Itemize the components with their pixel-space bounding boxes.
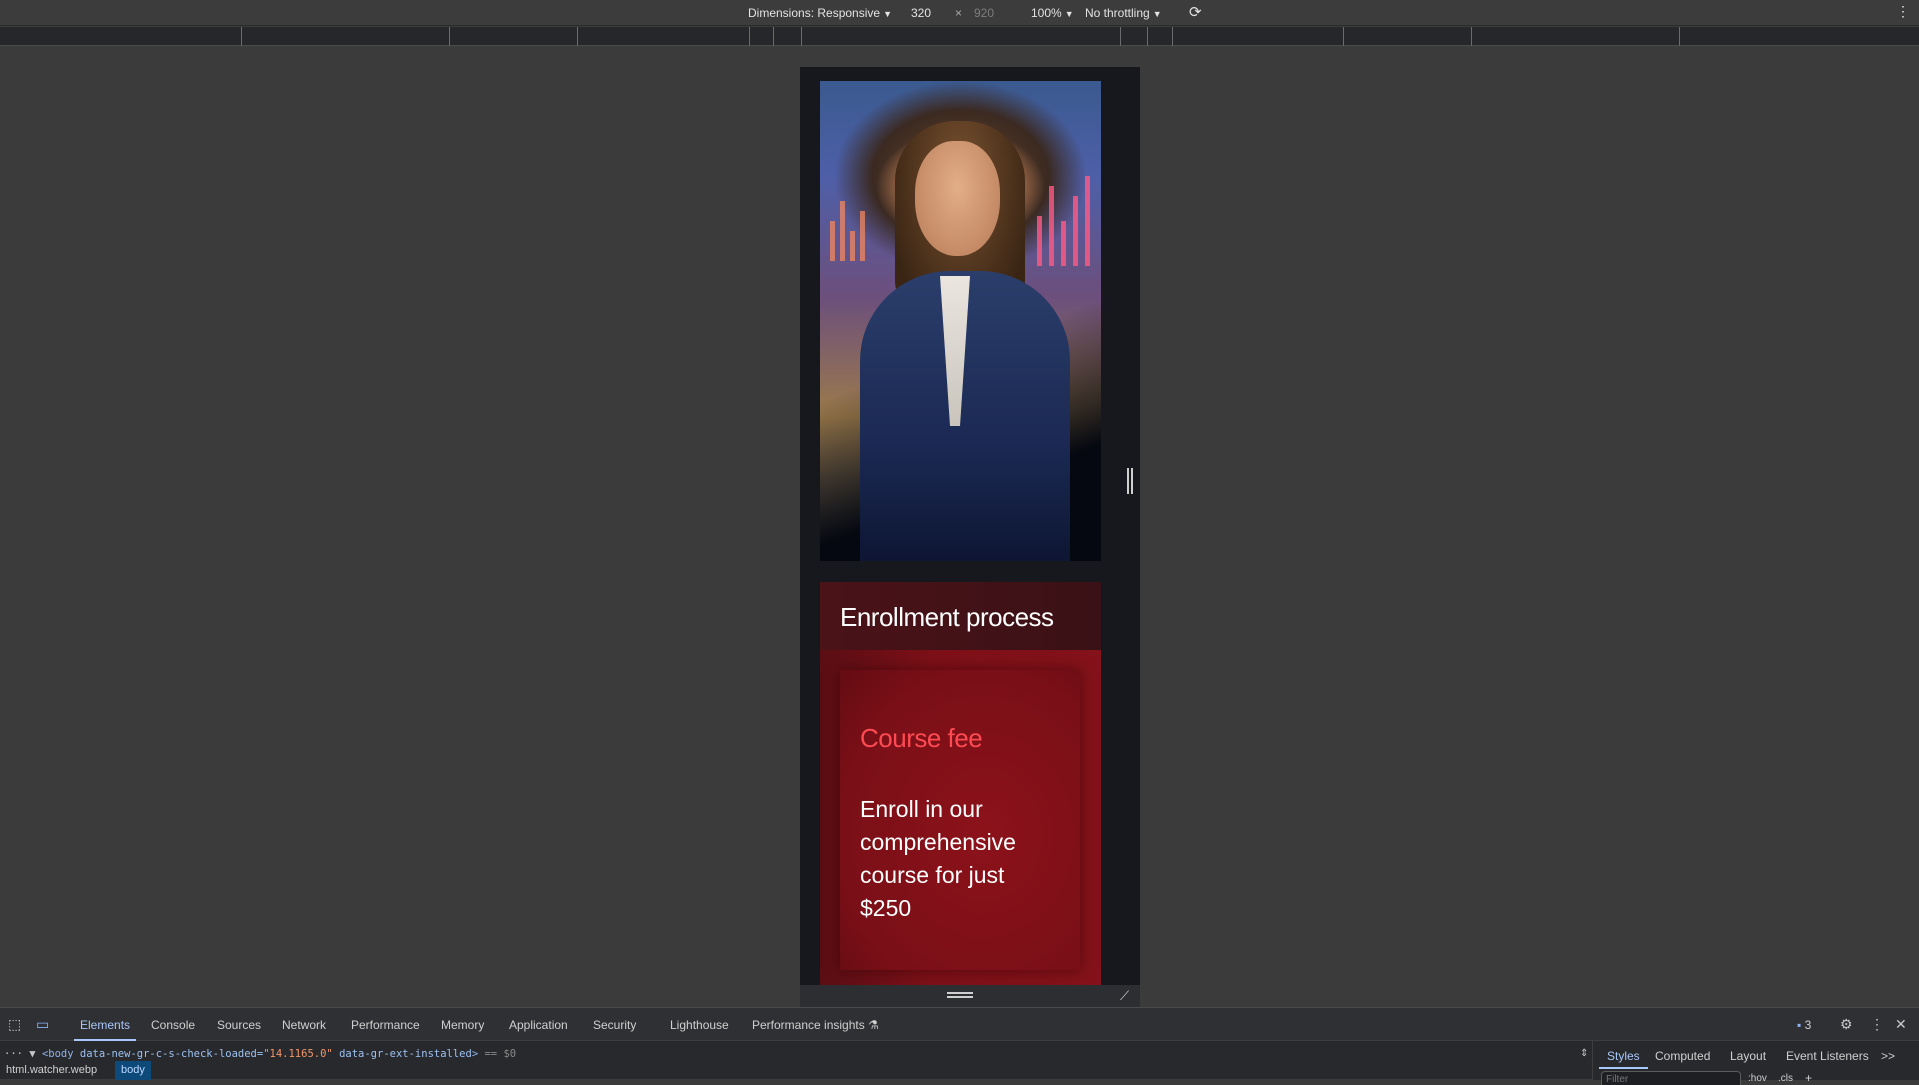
caret-down-icon: ▼: [1064, 9, 1074, 19]
tab-security[interactable]: Security: [593, 1018, 636, 1032]
chart-decoration: [1035, 176, 1095, 266]
styles-filter-input[interactable]: Filter: [1601, 1071, 1741, 1085]
more-vertical-icon[interactable]: ⋮: [1896, 3, 1910, 20]
styles-pane: Styles Computed Layout Event Listeners >…: [1592, 1041, 1919, 1085]
close-icon[interactable]: ✕: [1895, 1016, 1907, 1033]
throttling-dropdown[interactable]: No throttling ▼: [1085, 6, 1162, 20]
card-title: Course fee: [860, 723, 983, 753]
dom-tag: <body: [41, 1048, 74, 1060]
device-viewport: Enrollment process Course fee Enroll in …: [0, 47, 1919, 1007]
tab-elements[interactable]: Elements: [73, 1018, 137, 1041]
tab-label: Performance insights: [752, 1018, 865, 1032]
add-rule-button[interactable]: +: [1805, 1071, 1812, 1085]
tab-performance[interactable]: Performance: [351, 1018, 420, 1032]
tab-network[interactable]: Network: [282, 1018, 326, 1032]
devtools-tabbar: ⬚ ▭ Elements Console Sources Network Per…: [0, 1008, 1919, 1041]
tab-console[interactable]: Console: [151, 1018, 195, 1032]
throttling-label: No throttling: [1085, 6, 1150, 20]
dom-attr-value: "14.1165.0": [263, 1048, 333, 1060]
course-fee-card: Course fee Enroll in our comprehensive c…: [840, 670, 1080, 970]
width-input[interactable]: 320: [911, 6, 931, 20]
emulated-page: Enrollment process Course fee Enroll in …: [800, 67, 1140, 985]
height-input[interactable]: 920: [974, 6, 994, 20]
tab-layout[interactable]: Layout: [1730, 1049, 1766, 1063]
ruler-tick: [749, 27, 750, 46]
hero-image: [820, 81, 1101, 561]
tab-sources[interactable]: Sources: [217, 1018, 261, 1032]
tab-memory[interactable]: Memory: [441, 1018, 484, 1032]
inspect-element-icon[interactable]: ⬚: [8, 1016, 21, 1033]
ruler-tick: [241, 27, 242, 46]
dimensions-label: Dimensions: Responsive: [748, 6, 881, 20]
resize-corner-icon[interactable]: ⟋: [1120, 989, 1134, 1003]
dimensions-dropdown[interactable]: Dimensions: Responsive ▼: [748, 6, 892, 20]
ruler-tick: [1172, 27, 1173, 46]
more-tabs-icon[interactable]: >>: [1881, 1049, 1895, 1063]
ruler-tick: [773, 27, 774, 46]
times-separator: ×: [955, 6, 963, 20]
breadcrumb-item[interactable]: html.watcher.webp: [0, 1061, 103, 1080]
dom-attr-name: data-new-gr-c-s-check-loaded=: [73, 1048, 264, 1060]
section-title: Enrollment process: [840, 602, 1054, 632]
expand-arrow[interactable]: ··· ▼: [4, 1048, 36, 1060]
tab-event-listeners[interactable]: Event Listeners: [1786, 1049, 1869, 1063]
ruler-tick: [449, 27, 450, 46]
chart-decoration: [828, 191, 888, 261]
resize-height-handle[interactable]: [947, 992, 973, 998]
card-text: Enroll in our comprehensive course for j…: [860, 796, 1016, 921]
split-toggle-icon[interactable]: ⇕: [1580, 1048, 1588, 1059]
dom-ref: == $0: [478, 1048, 517, 1060]
ruler-tick: [1343, 27, 1344, 46]
media-query-ruler[interactable]: [0, 27, 1919, 46]
tab-performance-insights[interactable]: Performance insights ⚗: [752, 1018, 879, 1032]
zoom-dropdown[interactable]: 100% ▼: [1031, 6, 1074, 20]
zoom-label: 100%: [1031, 6, 1062, 20]
tab-application[interactable]: Application: [509, 1018, 568, 1032]
tab-styles[interactable]: Styles: [1599, 1049, 1648, 1069]
ruler-tick: [577, 27, 578, 46]
flask-icon: ⚗: [868, 1018, 879, 1032]
ruler-tick: [801, 27, 802, 46]
tab-computed[interactable]: Computed: [1655, 1049, 1710, 1063]
ruler-tick: [1679, 27, 1680, 46]
tab-lighthouse[interactable]: Lighthouse: [670, 1018, 729, 1032]
resize-width-handle[interactable]: [1127, 468, 1133, 494]
gear-icon[interactable]: ⚙: [1840, 1016, 1853, 1033]
face-shape: [915, 141, 1000, 256]
ruler-tick: [1120, 27, 1121, 46]
device-toggle-icon[interactable]: ▭: [36, 1016, 49, 1033]
device-bottom-bar: ⟋: [800, 985, 1140, 1007]
issues-count: 3: [1804, 1018, 1812, 1032]
devtools-panel: ⬚ ▭ Elements Console Sources Network Per…: [0, 1007, 1919, 1085]
caret-down-icon: ▼: [1152, 9, 1162, 19]
ruler-tick: [1147, 27, 1148, 46]
dom-tree-selected-node[interactable]: ··· ▼ <body data-new-gr-c-s-check-loaded…: [4, 1048, 516, 1060]
breadcrumb-item[interactable]: body: [115, 1061, 151, 1080]
caret-down-icon: ▼: [883, 9, 892, 19]
rotate-icon[interactable]: ⟳: [1189, 3, 1202, 21]
issues-badge[interactable]: ▪ 3: [1797, 1018, 1811, 1032]
enrollment-body: Course fee Enroll in our comprehensive c…: [820, 650, 1101, 985]
more-vertical-icon[interactable]: ⋮: [1870, 1016, 1884, 1033]
device-toolbar: Dimensions: Responsive ▼ 320 × 920 100% ▼ …: [0, 0, 1919, 26]
dom-attr-name: data-gr-ext-installed: [332, 1048, 472, 1060]
enrollment-header: Enrollment process: [820, 582, 1101, 650]
ruler-tick: [1471, 27, 1472, 46]
